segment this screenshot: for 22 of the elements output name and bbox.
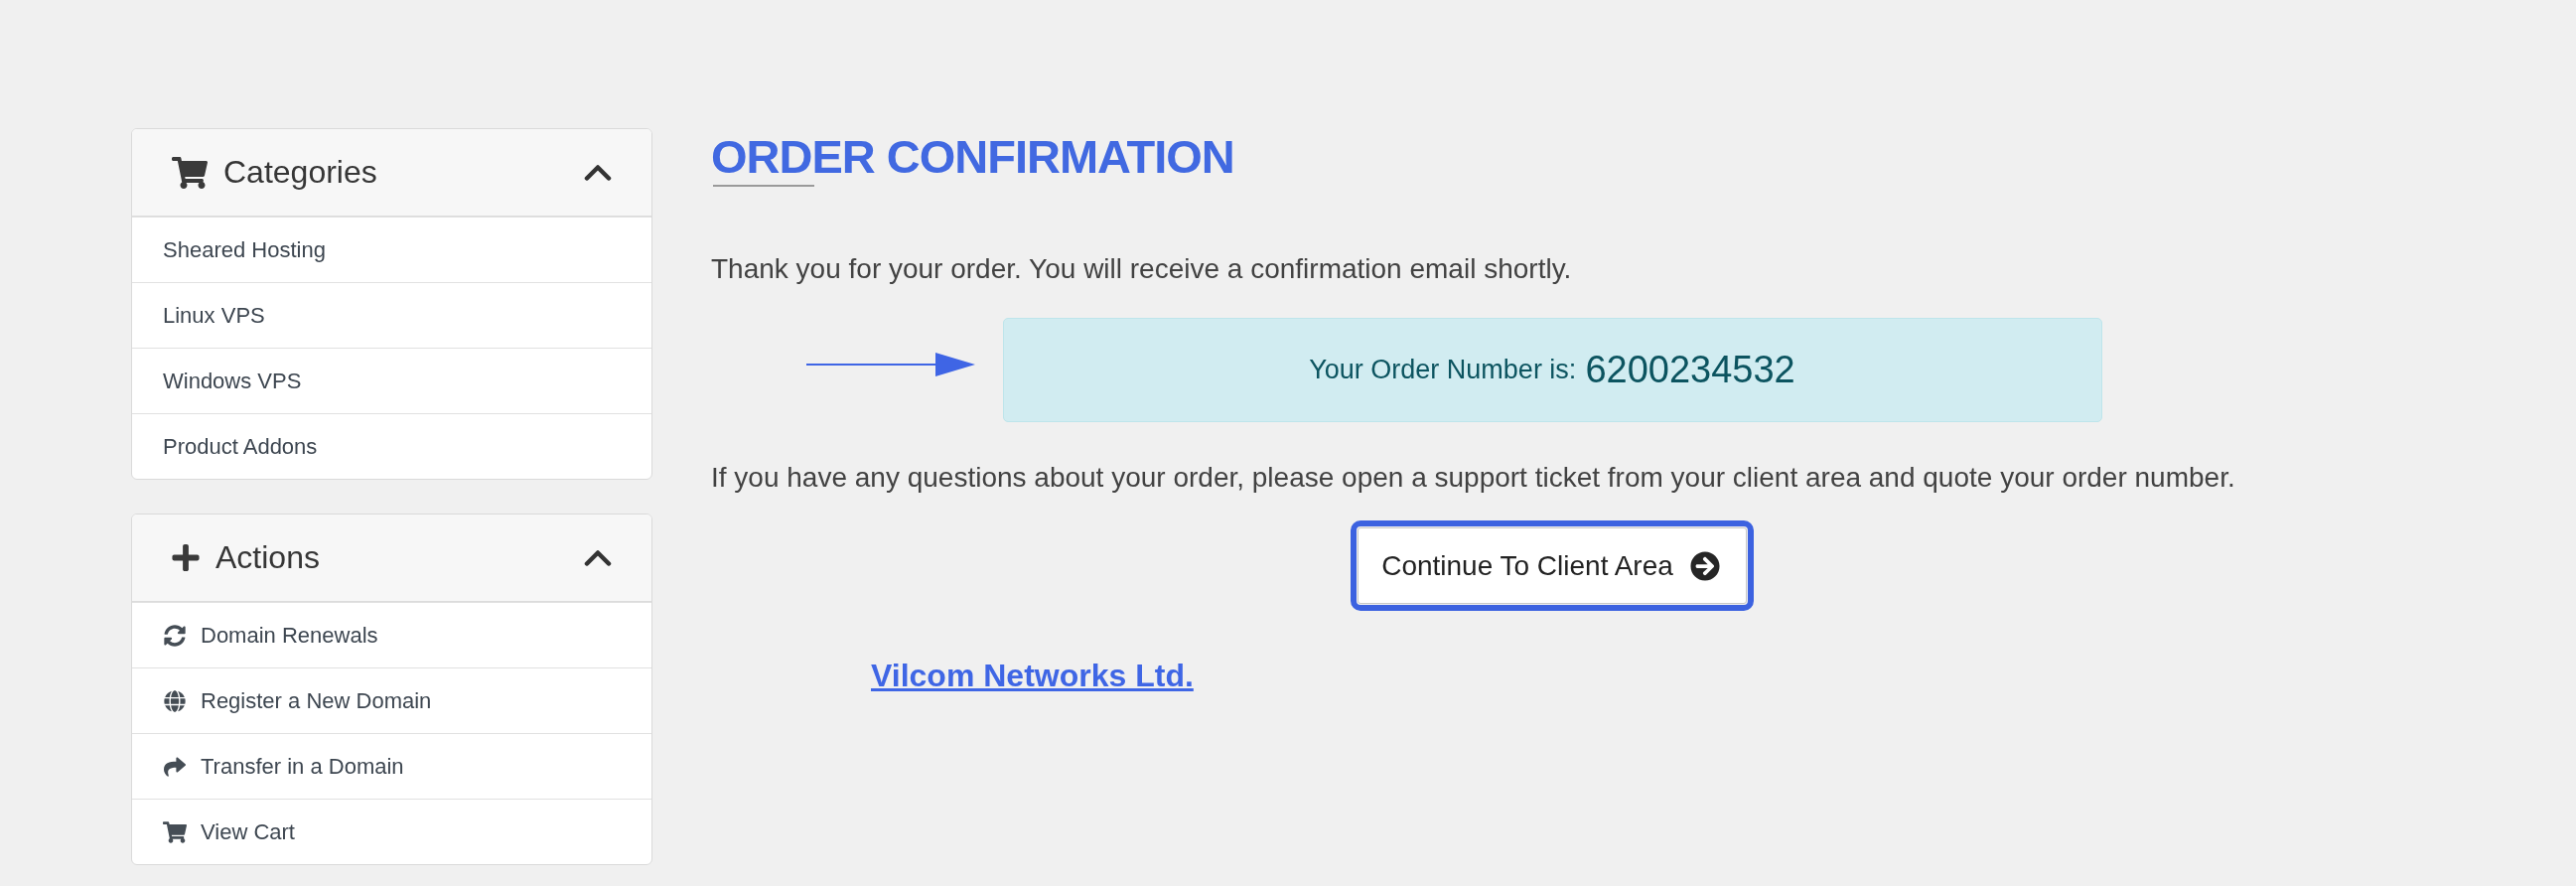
- page-title: ORDER CONFIRMATION: [711, 129, 1234, 185]
- sidebar-link[interactable]: Product Addons: [132, 413, 651, 479]
- order-number: 6200234532: [1585, 349, 1795, 391]
- cart-icon: [172, 156, 208, 189]
- order-number-label: Your Order Number is:: [1309, 355, 1577, 385]
- sidebar-link[interactable]: Transfer in a Domain: [132, 733, 651, 799]
- sidebar-link[interactable]: View Cart: [132, 799, 651, 864]
- panel-header[interactable]: Actions: [132, 515, 651, 602]
- sidebar-link[interactable]: Sheared Hosting: [132, 217, 651, 282]
- plus-icon: [172, 542, 200, 573]
- support-note: If you have any questions about your order, please open a support ticket from your client area and quote your order number.: [711, 461, 2235, 495]
- panel-header[interactable]: Categories: [132, 129, 651, 217]
- confirmation-message: Thank you for your order. You will receive a confirmation email shortly.: [711, 252, 1572, 286]
- company-link[interactable]: Vilcom Networks Ltd.: [871, 657, 1194, 694]
- refresh-icon: [163, 624, 187, 647]
- sidebar-link[interactable]: Linux VPS: [132, 282, 651, 348]
- cart-icon: [163, 820, 187, 843]
- sidebar-link[interactable]: Domain Renewals: [132, 602, 651, 667]
- sidebar-link[interactable]: Windows VPS: [132, 348, 651, 413]
- sidebar-link[interactable]: Register a New Domain: [132, 667, 651, 733]
- globe-icon: [163, 689, 187, 712]
- curved-arrow-icon: [163, 755, 187, 778]
